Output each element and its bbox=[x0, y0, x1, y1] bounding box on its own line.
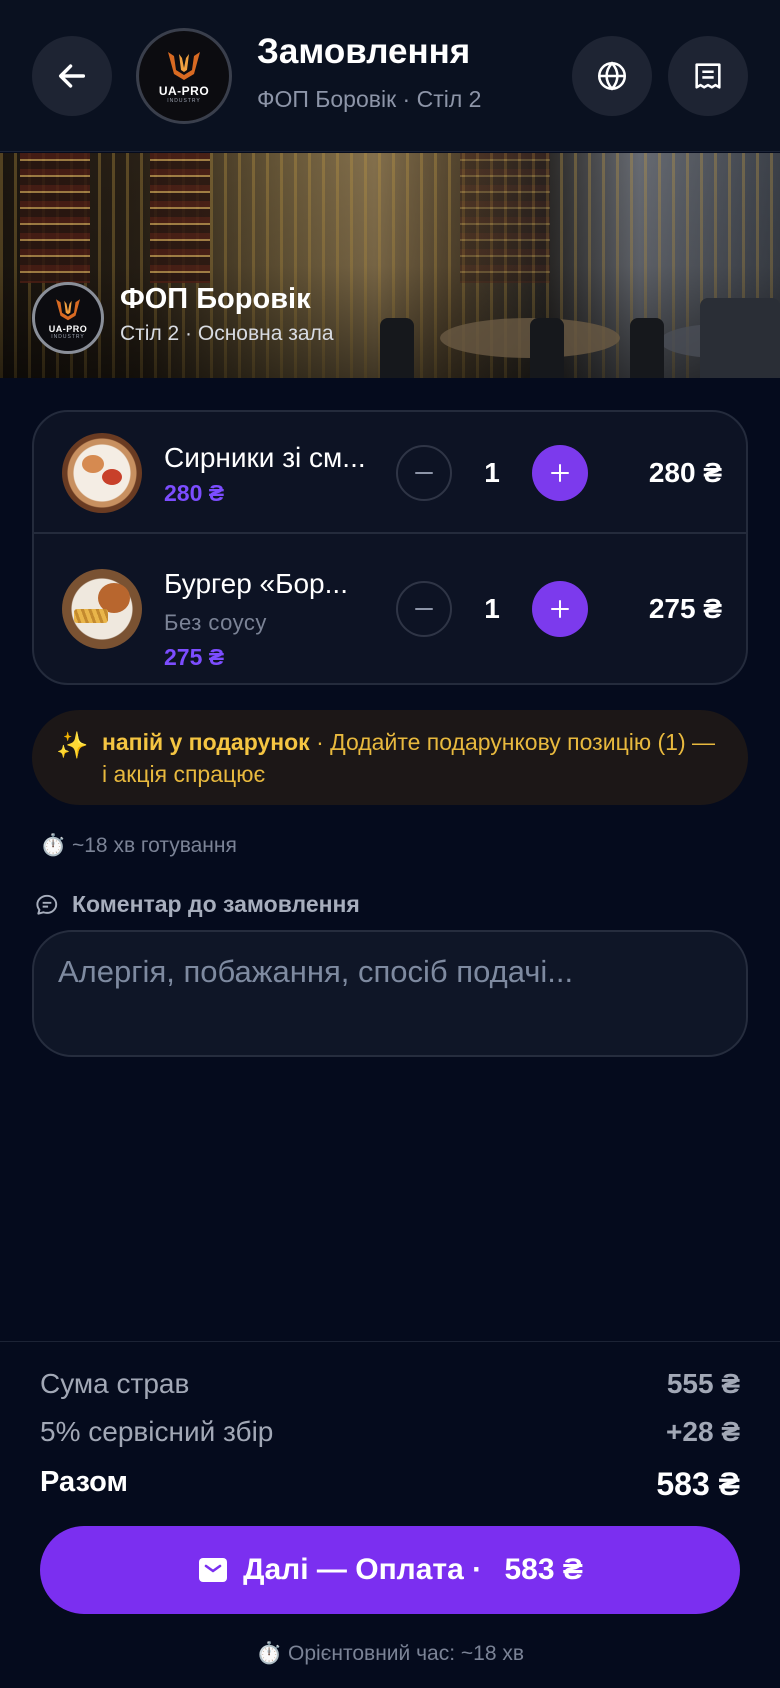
minus-icon bbox=[415, 608, 433, 610]
service-fee-row: 5% сервісний збір +28 ₴ bbox=[40, 1416, 740, 1448]
service-fee-value: +28 ₴ bbox=[666, 1416, 740, 1447]
promo-text: напій у подарунок · Додайте подарункову … bbox=[102, 726, 722, 790]
item-line-total: 280 ₴ bbox=[648, 457, 722, 488]
brand-logo: UA-PRO INDUSTRY bbox=[136, 28, 232, 124]
item-name: Бургер «Бор... bbox=[164, 568, 348, 599]
increase-quantity-button[interactable] bbox=[532, 581, 588, 637]
subtotal-value: 555 ₴ bbox=[666, 1368, 740, 1399]
item-quantity: 1 bbox=[484, 593, 500, 624]
comment-input[interactable] bbox=[32, 930, 748, 1057]
receipt-icon bbox=[695, 63, 721, 89]
minus-icon bbox=[415, 472, 433, 474]
total-row: Разом 583 ₴ bbox=[40, 1466, 740, 1503]
page-subtitle: ФОП Боровік · Стіл 2 bbox=[257, 86, 482, 112]
logo-emblem-icon bbox=[56, 299, 80, 321]
estimated-time: ⏱️ Орієнтовний час: ~18 хв bbox=[256, 1642, 524, 1665]
comment-label-text: Коментар до замовлення bbox=[72, 891, 360, 917]
proceed-to-payment-button[interactable]: Далі — Оплата · 583 ₴ bbox=[40, 1526, 740, 1614]
comment-label: Коментар до замовлення bbox=[34, 891, 360, 918]
logo-subtext: INDUSTRY bbox=[51, 334, 85, 340]
globe-icon bbox=[597, 61, 627, 91]
increase-quantity-button[interactable] bbox=[532, 445, 588, 501]
page-title: Замовлення bbox=[257, 32, 471, 71]
venue-hero-image bbox=[0, 153, 780, 378]
plus-icon bbox=[551, 600, 569, 618]
item-price: 280 ₴ bbox=[164, 480, 225, 506]
receipt-button[interactable] bbox=[668, 36, 748, 116]
logo-subtext: INDUSTRY bbox=[167, 98, 201, 104]
item-photo bbox=[62, 433, 142, 513]
promo-title: напій у подарунок bbox=[102, 729, 310, 755]
item-name: Сирники зі см... bbox=[164, 442, 366, 473]
item-price: 275 ₴ bbox=[164, 644, 225, 670]
subtotal-label: Сума страв bbox=[40, 1368, 190, 1399]
cart-list: Сирники зі см... 280 ₴ 1 280 ₴ Бургер «Б… bbox=[32, 410, 748, 685]
app-header: UA-PRO INDUSTRY Замовлення ФОП Боровік ·… bbox=[0, 0, 780, 152]
chat-bubble-icon bbox=[36, 894, 58, 915]
cook-time: ⏱️ ~18 хв готування bbox=[40, 834, 237, 857]
item-modifier: Без соусу bbox=[164, 610, 267, 635]
total-value: 583 ₴ bbox=[656, 1466, 740, 1502]
item-quantity: 1 bbox=[484, 457, 500, 488]
wallet-icon bbox=[199, 1558, 228, 1582]
back-button[interactable] bbox=[32, 36, 112, 116]
cart-item: Бургер «Бор... Без соусу 275 ₴ 1 275 ₴ bbox=[34, 534, 746, 683]
venue-details: Стіл 2 · Основна зала bbox=[120, 322, 334, 345]
pay-button-label: Далі — Оплата · bbox=[243, 1553, 491, 1586]
logo-text: UA-PRO bbox=[48, 324, 88, 334]
venue-logo: UA-PRO INDUSTRY bbox=[32, 282, 104, 354]
decrease-quantity-button[interactable] bbox=[396, 581, 452, 637]
order-summary: Сума страв 555 ₴ 5% сервісний збір +28 ₴… bbox=[0, 1341, 780, 1688]
cart-item: Сирники зі см... 280 ₴ 1 280 ₴ bbox=[34, 412, 746, 534]
total-label: Разом bbox=[40, 1466, 128, 1498]
arrow-left-icon bbox=[58, 64, 86, 88]
decrease-quantity-button[interactable] bbox=[396, 445, 452, 501]
venue-name: ФОП Боровік bbox=[120, 283, 311, 315]
language-button[interactable] bbox=[572, 36, 652, 116]
pay-button-amount: 583 ₴ bbox=[504, 1553, 583, 1586]
promo-banner: ✨ напій у подарунок · Додайте подарунков… bbox=[32, 710, 748, 805]
item-line-total: 275 ₴ bbox=[648, 593, 722, 624]
plus-icon bbox=[551, 464, 569, 482]
logo-emblem-icon bbox=[168, 52, 200, 80]
subtotal-row: Сума страв 555 ₴ bbox=[40, 1368, 740, 1400]
service-fee-label: 5% сервісний збір bbox=[40, 1416, 274, 1447]
item-photo bbox=[62, 569, 142, 649]
logo-text: UA-PRO bbox=[158, 84, 210, 98]
sparkles-icon: ✨ bbox=[56, 730, 89, 760]
